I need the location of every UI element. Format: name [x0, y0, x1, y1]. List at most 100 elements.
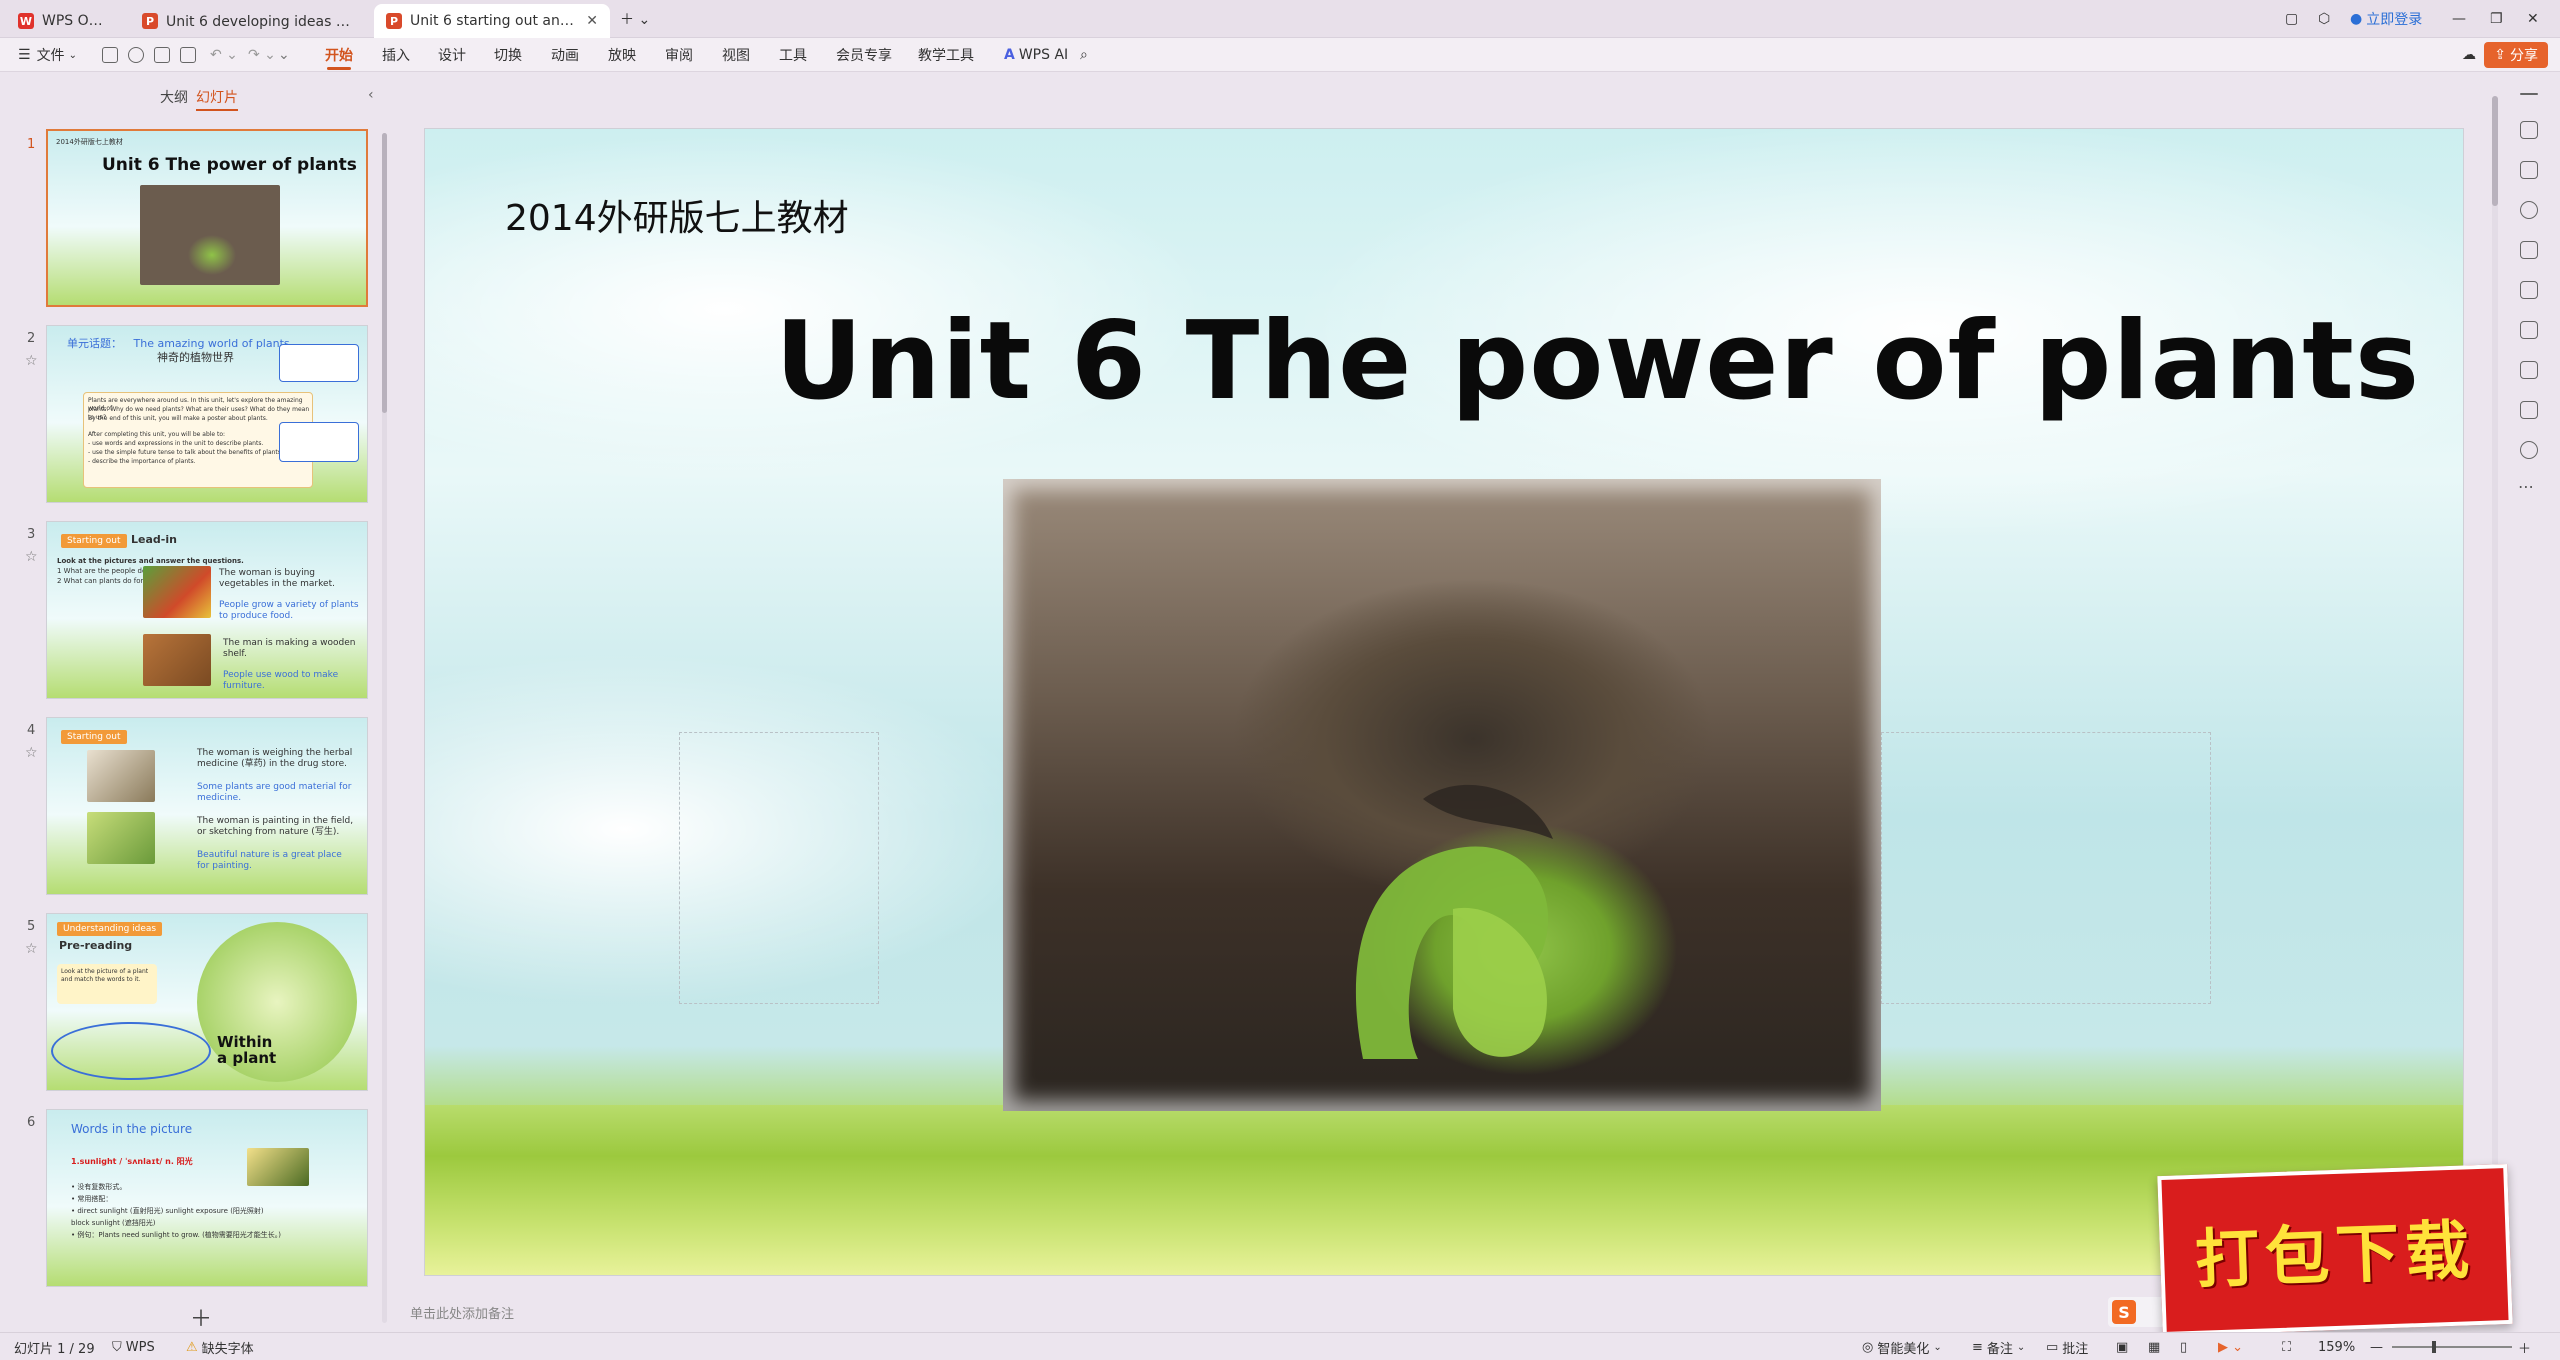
download-banner-text: 打包下载	[2193, 1213, 2477, 1298]
slide-thumbnail-6[interactable]: Words in the picture 1.sunlight / ˈsʌnla…	[46, 1109, 368, 1287]
close-window-button[interactable]: ✕	[2527, 6, 2539, 32]
window-icon[interactable]: ▢	[2285, 6, 2298, 32]
slide-subtitle[interactable]: 2014外研版七上教材	[505, 189, 849, 241]
tab-outline[interactable]: 大纲	[160, 87, 188, 107]
ribbon-tab-slideshow[interactable]: 放映	[608, 38, 636, 72]
help-icon[interactable]	[2520, 441, 2538, 459]
missing-fonts-status[interactable]: ⚠ 缺失字体	[186, 1333, 254, 1360]
download-banner[interactable]: 打包下载	[2157, 1163, 2513, 1337]
zoom-level[interactable]: 159%	[2318, 1333, 2355, 1360]
login-link[interactable]: ● 立即登录	[2350, 6, 2422, 32]
slide-title[interactable]: Unit 6 The power of plants	[775, 299, 2420, 424]
copy-icon[interactable]	[2520, 241, 2538, 259]
more-quick-tools[interactable]: ⌄	[278, 38, 290, 72]
ai-logo-icon: A	[1004, 47, 1015, 63]
restore-button[interactable]: ❐	[2490, 6, 2503, 32]
cloud-sync-icon[interactable]: ☁	[2462, 38, 2476, 72]
notes-toggle[interactable]: ≡ 备注 ⌄	[1972, 1333, 2025, 1360]
thumb-answer: People use wood to make furniture.	[223, 670, 339, 691]
normal-view-icon[interactable]: ▣	[2116, 1333, 2128, 1360]
print-icon[interactable]	[154, 47, 170, 63]
star-tool-icon[interactable]	[2520, 201, 2538, 219]
callout-box	[279, 344, 359, 382]
comments-toggle[interactable]: ▭ 批注	[2046, 1333, 2088, 1360]
thumb-heading: Pre-reading	[59, 939, 133, 952]
ribbon-tab-view[interactable]: 视图	[722, 38, 750, 72]
magic-icon[interactable]	[2520, 321, 2538, 339]
smart-beautify-button[interactable]: ◎ 智能美化 ⌄	[1862, 1333, 1942, 1360]
ribbon-tab-teaching[interactable]: 教学工具	[918, 38, 974, 72]
ribbon-tab-transitions[interactable]: 切换	[494, 38, 522, 72]
seedling-photo[interactable]	[1003, 479, 1881, 1111]
image-icon[interactable]	[2520, 281, 2538, 299]
ribbon-tab-design[interactable]: 设计	[438, 38, 466, 72]
tab-document-2[interactable]: P Unit 6 starting out and unde ✕	[374, 4, 610, 38]
add-slide-button[interactable]: ＋	[190, 1301, 212, 1333]
slide-thumbnail-1[interactable]: 2014外研版七上教材 Unit 6 The power of plants	[46, 129, 368, 307]
search-doc-icon[interactable]	[128, 47, 144, 63]
empty-placeholder[interactable]	[1881, 732, 2211, 1004]
ribbon-tab-tools[interactable]: 工具	[779, 38, 807, 72]
thumb-word: 1.sunlight / ˈsʌnlaɪt/ n. 阳光	[71, 1157, 193, 1166]
search-icon[interactable]: ⌕	[1080, 38, 1088, 72]
reading-view-icon[interactable]: ▯	[2180, 1333, 2187, 1360]
undo-button[interactable]: ↶ ⌄	[210, 38, 238, 72]
ribbon-tab-animation[interactable]: 动画	[551, 38, 579, 72]
wps-status[interactable]: ⛉ WPS	[112, 1333, 155, 1360]
slide-thumbnail-4[interactable]: Starting out The woman is weighing the h…	[46, 717, 368, 895]
close-tab-icon[interactable]: ✕	[586, 13, 598, 29]
tab-wps-office[interactable]: W WPS Office	[6, 4, 126, 38]
minus-icon[interactable]	[2520, 93, 2538, 95]
slide-scrollbar-thumb[interactable]	[2492, 96, 2498, 206]
zoom-in-icon[interactable]: ＋	[2518, 1333, 2531, 1360]
slide-thumbnail-2[interactable]: 单元话题： The amazing world of plants 神奇的植物世…	[46, 325, 368, 503]
collapse-panel-icon[interactable]: ‹	[368, 87, 374, 103]
save-icon[interactable]	[102, 47, 118, 63]
slide-thumbnail-5[interactable]: Understanding ideas Pre-reading Look at …	[46, 913, 368, 1091]
slide-scrollbar[interactable]	[2492, 96, 2498, 1296]
ribbon-tab-member[interactable]: 会员专享	[836, 38, 892, 72]
cube-icon[interactable]: ⬡	[2318, 6, 2330, 32]
sorter-view-icon[interactable]: ▦	[2148, 1333, 2160, 1360]
minimize-button[interactable]: —	[2452, 6, 2466, 32]
tab-document-1[interactable]: P Unit 6 developing ideas 读写课课件	[130, 4, 370, 38]
ribbon-tab-home[interactable]: 开始	[325, 38, 353, 72]
thumb-answer: Some plants are good material for medici…	[197, 782, 352, 803]
book-icon[interactable]	[2520, 361, 2538, 379]
thumb-line: • direct sunlight (直射阳光) sunlight exposu…	[71, 1207, 264, 1215]
star-icon[interactable]: ☆	[25, 745, 38, 761]
print-preview-icon[interactable]	[180, 47, 196, 63]
share-button[interactable]: ⇪ 分享	[2484, 42, 2548, 68]
tab-slides[interactable]: 幻灯片	[196, 87, 238, 111]
sogou-icon: S	[2112, 1300, 2136, 1324]
new-tab-button[interactable]: ＋ ⌄	[620, 6, 650, 32]
slide-canvas[interactable]: 2014外研版七上教材 Unit 6 The power of plants	[424, 128, 2464, 1276]
hamburger-icon: ☰	[18, 47, 31, 63]
file-menu[interactable]: ☰ 文件 ⌄	[18, 38, 77, 72]
seedling-drawing	[1355, 784, 1553, 1059]
play-slideshow-icon[interactable]: ▶ ⌄	[2218, 1333, 2243, 1360]
empty-placeholder[interactable]	[679, 732, 879, 1004]
ribbon-tab-review[interactable]: 审阅	[665, 38, 693, 72]
star-icon[interactable]: ☆	[25, 549, 38, 565]
star-icon[interactable]: ☆	[25, 941, 38, 957]
thumb-answer: People grow a variety of plants to produ…	[219, 600, 359, 621]
slide-thumbnail-3[interactable]: Starting out Lead-in Look at the picture…	[46, 521, 368, 699]
zoom-slider[interactable]	[2392, 1346, 2512, 1348]
zoom-out-icon[interactable]: —	[2370, 1333, 2383, 1360]
redo-button[interactable]: ↷ ⌄	[248, 38, 276, 72]
adjust-icon[interactable]	[2520, 121, 2538, 139]
thumb-body: - use words and expressions in the unit …	[88, 440, 264, 447]
zoom-slider-handle[interactable]	[2432, 1341, 2436, 1353]
seedling-image	[140, 185, 280, 285]
star-icon[interactable]: ☆	[25, 353, 38, 369]
ppt-file-icon: P	[142, 13, 158, 29]
shirt-icon[interactable]	[2520, 401, 2538, 419]
thumb-topic-cn: 神奇的植物世界	[157, 351, 234, 364]
wps-ai-button[interactable]: A WPS AI	[1004, 38, 1068, 72]
ribbon-tab-insert[interactable]: 插入	[382, 38, 410, 72]
more-icon[interactable]: ⋯	[2518, 477, 2534, 496]
sliders-icon[interactable]	[2520, 161, 2538, 179]
thumbnail-scrollbar-thumb[interactable]	[382, 133, 387, 413]
fit-window-icon[interactable]: ⛶	[2282, 1333, 2291, 1360]
